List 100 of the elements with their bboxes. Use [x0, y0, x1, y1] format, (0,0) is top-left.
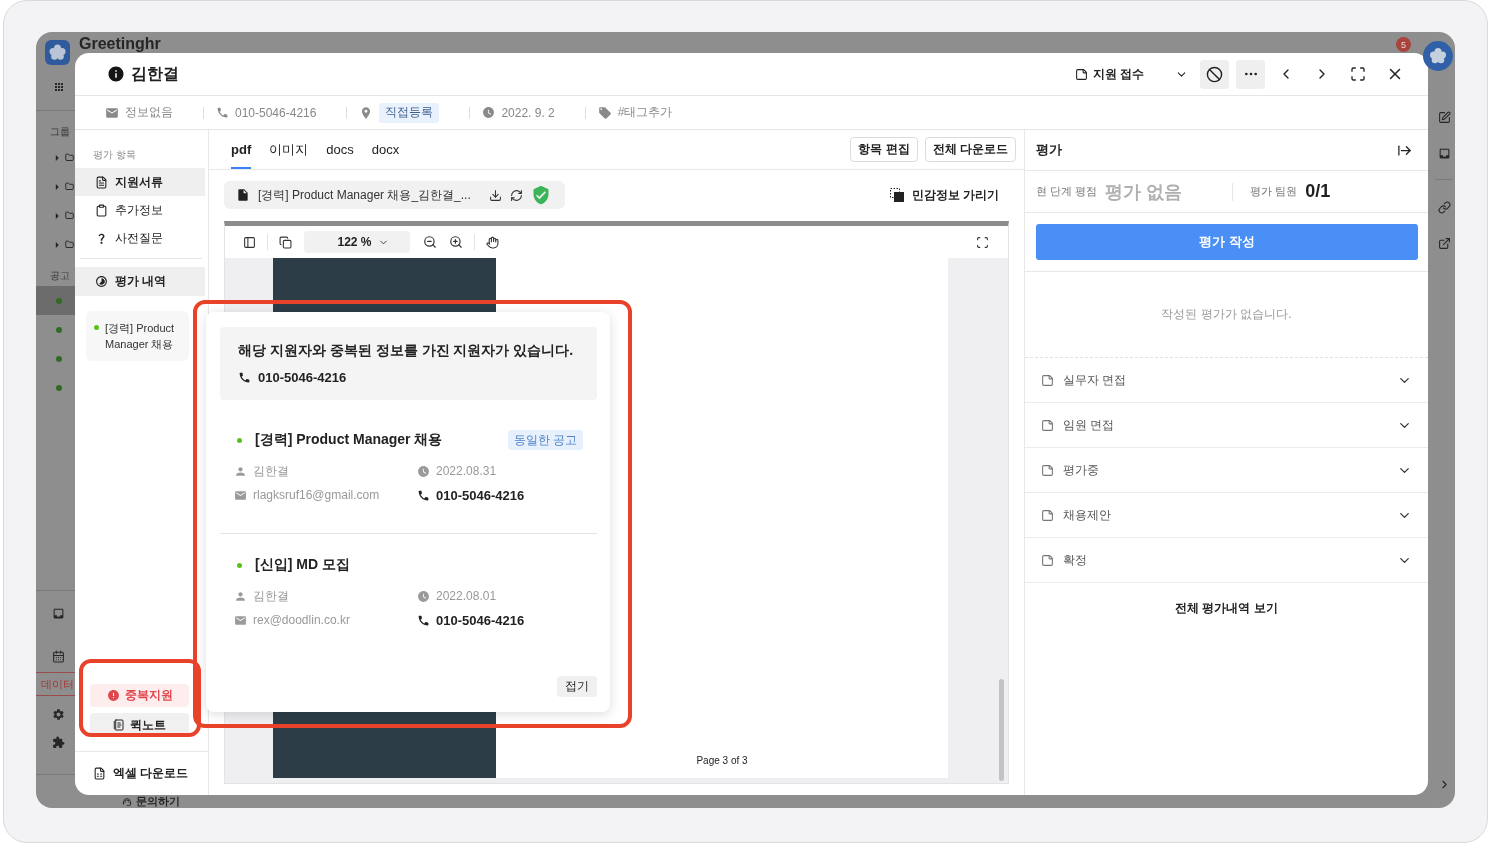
folder-icon [65, 182, 74, 191]
score-label: 현 단계 평점 [1036, 184, 1098, 199]
applicant-name: 김한결 [131, 63, 179, 84]
applicant-name: 김한결 [253, 462, 289, 480]
note-icon [113, 719, 125, 731]
ban-icon [1206, 65, 1223, 83]
fullscreen-icon[interactable] [976, 235, 989, 249]
stage-accordion[interactable]: 실무자 면접 [1025, 358, 1428, 403]
file-type-tab[interactable]: 이미지 [269, 130, 309, 169]
status-dot-icon [56, 297, 62, 304]
posting-title[interactable]: [경력] Product Manager 채용 [255, 431, 443, 449]
alert-message: 해당 지원자와 중복된 정보를 가진 지원자가 있습니다. [238, 341, 574, 359]
clipboard-icon [95, 203, 108, 217]
puzzle-icon[interactable] [52, 735, 65, 749]
nav-item[interactable]: 추가정보 [75, 196, 205, 224]
file-type-tab[interactable]: docx [371, 130, 400, 169]
block-button[interactable] [1200, 59, 1229, 89]
alert-icon [106, 689, 120, 702]
phone-value: 010-5046-4216 [436, 487, 525, 503]
note-icon [1075, 67, 1088, 81]
pie-icon [95, 275, 108, 288]
person-icon [234, 464, 247, 478]
phone-icon [238, 370, 251, 384]
hand-icon[interactable] [486, 235, 499, 249]
email-value: rlagksruf16@gmail.com [253, 488, 380, 502]
headset-icon [122, 796, 132, 807]
mail-icon [234, 488, 247, 502]
clock-icon [482, 106, 496, 119]
file-type-tab[interactable]: pdf [231, 130, 252, 169]
stage-accordion[interactable]: 평가중 [1025, 448, 1428, 493]
folder-icon [65, 211, 74, 220]
toolbar-button[interactable]: 전체 다운로드 [924, 137, 1016, 162]
document-icon [95, 175, 108, 189]
scrollbar-thumb[interactable] [999, 679, 1004, 781]
pages-icon[interactable] [279, 235, 292, 249]
stage-dropdown[interactable]: 지원 접수 [1075, 60, 1188, 88]
section-label: 평가 항목 [93, 149, 136, 161]
refresh-icon[interactable] [509, 188, 523, 202]
score-value: 평가 없음 [1105, 180, 1183, 204]
add-tag-link[interactable]: #태그추가 [617, 104, 673, 121]
mask-button[interactable]: 민감정보 가리기 [889, 186, 999, 204]
phone-value: 010-5046-4216 [436, 612, 525, 628]
members-value: 0/1 [1305, 181, 1331, 202]
help-link[interactable]: 문의하기 [122, 795, 180, 808]
folder-icon [65, 153, 74, 162]
duplicate-button[interactable]: 중복지원 [90, 684, 189, 707]
download-icon[interactable] [488, 188, 502, 202]
stage-accordion[interactable]: 확정 [1025, 538, 1428, 583]
posting-card[interactable]: [경력] Product Manager 채용 [86, 311, 189, 361]
view-all-link[interactable]: 전체 평가내역 보기 [1175, 599, 1278, 617]
applied-date: 2022. 9. 2 [501, 105, 555, 120]
applied-date: 2022.08.31 [436, 464, 497, 478]
note-icon [1041, 463, 1054, 477]
fullscreen-icon[interactable] [1350, 66, 1366, 82]
empty-message: 작성된 평가가 없습니다. [1161, 306, 1292, 323]
stage-accordion[interactable]: 채용제안 [1025, 493, 1428, 538]
logo-icon[interactable] [45, 40, 70, 65]
same-posting-badge: 동일한 공고 [507, 430, 583, 450]
folder-icon [65, 240, 74, 249]
sidebar-toggle-icon[interactable] [243, 235, 256, 249]
posting-title: [경력] Product Manager 채용 [105, 321, 176, 352]
grid-menu-icon[interactable] [53, 81, 65, 93]
link-icon[interactable] [1437, 201, 1451, 214]
inbox-icon[interactable] [1437, 147, 1451, 160]
status-dot-icon [94, 325, 99, 330]
status-dot-icon [56, 384, 62, 391]
toolbar-button[interactable]: 항목 편집 [850, 137, 918, 162]
calendar-icon[interactable] [52, 649, 65, 663]
file-type-tab[interactable]: docs [326, 130, 354, 169]
note-icon [1041, 373, 1054, 387]
settings-icon[interactable] [52, 707, 65, 721]
phone-icon [417, 488, 430, 502]
mail-icon [234, 613, 247, 627]
clock-icon [417, 464, 430, 478]
excel-download-button[interactable]: 엑셀 다운로드 [93, 765, 189, 782]
external-link-icon[interactable] [1437, 237, 1451, 250]
note-icon [1041, 418, 1054, 432]
file-icon [236, 188, 250, 202]
nav-item[interactable]: 사전질문 [75, 224, 205, 252]
zoom-in-icon[interactable] [449, 235, 463, 249]
note-icon [1041, 553, 1054, 567]
nav-item[interactable]: 지원서류 [75, 168, 205, 196]
history-button[interactable]: 평가 내역 [75, 267, 205, 296]
zoom-select[interactable]: 122 % [304, 231, 410, 253]
edit-icon[interactable] [1437, 111, 1451, 124]
person-icon [234, 589, 247, 603]
panel-title: 평가 [1036, 141, 1062, 159]
zoom-out-icon[interactable] [423, 235, 437, 249]
notification-badge: 5 [1396, 37, 1411, 52]
status-dot-icon [237, 437, 242, 443]
note-icon [1041, 508, 1054, 522]
inbox-icon[interactable] [52, 606, 65, 620]
brand-name: Greetinghr [79, 35, 161, 53]
file-chip[interactable]: [경력] Product Manager 채용_김한결_... [224, 181, 565, 209]
source-tag: 직접등록 [379, 102, 440, 123]
collapse-button[interactable]: 접기 [557, 676, 597, 697]
avatar-icon[interactable] [1423, 41, 1453, 71]
posting-title[interactable]: [신입] MD 모집 [255, 556, 350, 574]
stage-accordion[interactable]: 임원 면접 [1025, 403, 1428, 448]
status-dot-icon [56, 355, 62, 362]
